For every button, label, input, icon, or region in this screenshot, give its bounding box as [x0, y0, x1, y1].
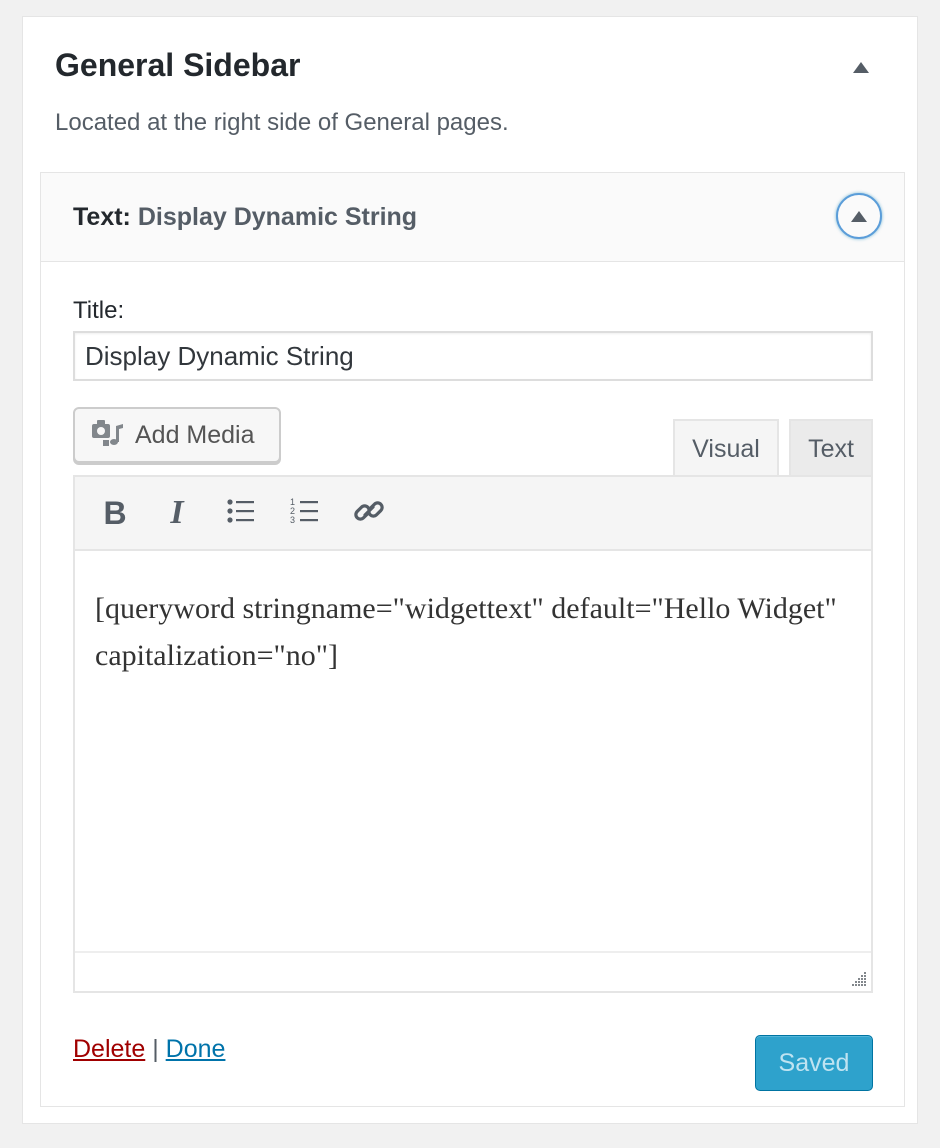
editor-content[interactable]: [queryword stringname="widgettext" defau…	[95, 585, 855, 679]
done-link[interactable]: Done	[166, 1035, 226, 1063]
bullet-list-icon	[226, 497, 256, 530]
svg-text:3: 3	[290, 515, 295, 525]
italic-button[interactable]: I	[157, 493, 197, 533]
link-button[interactable]	[349, 493, 389, 533]
widget-actions: Delete | Done	[73, 1035, 225, 1064]
triangle-up-icon	[851, 210, 867, 222]
italic-icon: I	[170, 494, 184, 531]
numbered-list-button[interactable]: 1 2 3	[285, 493, 325, 533]
widget-header[interactable]: Text: Display Dynamic String	[41, 173, 904, 262]
bold-button[interactable]: B	[95, 493, 135, 533]
tab-text[interactable]: Text	[789, 419, 873, 477]
tab-visual[interactable]: Visual	[673, 419, 779, 477]
editor-toolbar: B I 1 2 3	[75, 477, 871, 551]
action-separator: |	[152, 1035, 159, 1063]
add-media-button[interactable]: Add Media	[73, 407, 281, 463]
sidebar-title[interactable]: General Sidebar	[55, 47, 300, 84]
widget-instance-title: Display Dynamic String	[137, 203, 418, 231]
delete-link[interactable]: Delete	[73, 1035, 145, 1063]
widget-collapse-toggle[interactable]	[836, 193, 882, 239]
widget-name: Text: Display Dynamic String	[73, 203, 417, 232]
title-label: Title:	[73, 297, 125, 324]
text-widget: Text: Display Dynamic String Title: Disp…	[40, 172, 905, 1107]
numbered-list-icon: 1 2 3	[290, 496, 320, 531]
bullet-list-button[interactable]	[221, 493, 261, 533]
sidebar-collapse-toggle[interactable]	[849, 55, 873, 79]
bold-icon: B	[103, 494, 127, 531]
link-icon	[352, 494, 386, 533]
title-input[interactable]	[73, 331, 873, 381]
triangle-up-icon	[853, 61, 869, 73]
editor-status-bar	[75, 951, 871, 991]
widget-type-label: Text:	[73, 203, 131, 231]
visual-editor: B I 1 2 3 [queryword stringname="widgett…	[73, 475, 873, 993]
sidebar-description: Located at the right side of General pag…	[55, 109, 509, 136]
widget-area-general-sidebar: General Sidebar Located at the right sid…	[22, 16, 918, 1124]
resize-handle-icon[interactable]	[849, 969, 867, 987]
add-media-label: Add Media	[135, 420, 255, 449]
media-icon	[91, 418, 125, 453]
save-button[interactable]: Saved	[755, 1035, 873, 1091]
